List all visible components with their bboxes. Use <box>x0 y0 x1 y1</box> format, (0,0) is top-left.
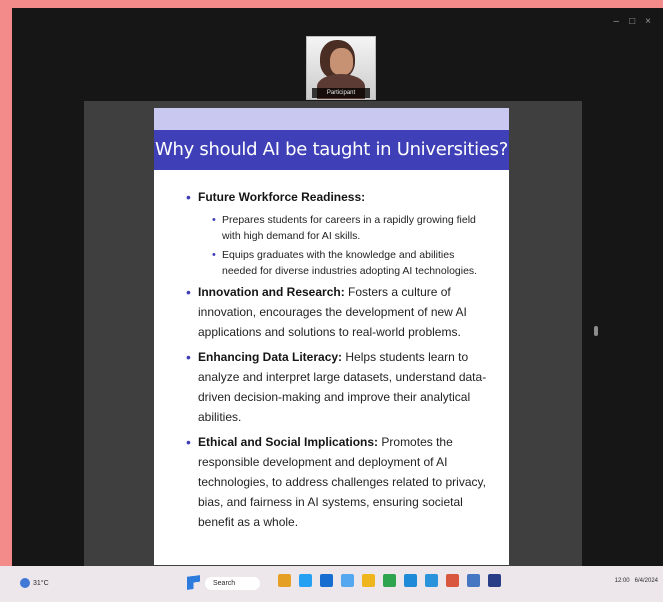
minimize-icon[interactable]: – <box>614 16 620 27</box>
weather-label: 31°C <box>33 579 49 587</box>
bullet-heading: Ethical and Social Implications: <box>198 435 379 449</box>
files-icon[interactable] <box>362 574 375 587</box>
calendar-icon[interactable] <box>467 574 480 587</box>
bullet-text: Promotes the responsible development and… <box>198 435 486 529</box>
scroll-indicator[interactable] <box>594 326 598 336</box>
teams-icon[interactable] <box>404 574 417 587</box>
bullet-ethical-social: Ethical and Social Implications: Promote… <box>186 432 487 532</box>
windows-start-icon[interactable] <box>187 575 200 590</box>
system-tray: 12:00 6/4/2024 <box>615 578 658 584</box>
bullet-heading: Future Workforce Readiness: <box>198 190 366 204</box>
shared-screen: Why should AI be taught in Universities?… <box>84 101 598 567</box>
edge-icon[interactable] <box>299 574 312 587</box>
chrome-icon[interactable] <box>383 574 396 587</box>
file-explorer-icon[interactable] <box>278 574 291 587</box>
weather-widget[interactable]: 31°C <box>20 578 49 588</box>
weather-icon <box>20 578 30 588</box>
settings-icon[interactable] <box>488 574 501 587</box>
bullet-innovation-research: Innovation and Research: Fosters a cultu… <box>186 282 487 342</box>
windows-taskbar: 31°C Search 12:00 6/4/2024 <box>0 566 663 602</box>
window-controls: – □ × <box>614 16 651 27</box>
participant-video[interactable]: Participant <box>306 36 376 100</box>
bullet-data-literacy: Enhancing Data Literacy: Helps students … <box>186 347 487 427</box>
slide-title: Why should AI be taught in Universities? <box>154 130 509 170</box>
bullet-heading: Enhancing Data Literacy: <box>198 350 343 364</box>
bullet-heading: Innovation and Research: <box>198 285 345 299</box>
presentation-slide: Why should AI be taught in Universities?… <box>154 108 509 565</box>
taskbar-search[interactable]: Search <box>205 577 260 590</box>
bullet-future-workforce: Future Workforce Readiness: <box>186 187 487 207</box>
date-label: 6/4/2024 <box>634 578 658 584</box>
participant-avatar <box>330 48 353 75</box>
slide-content: Future Workforce Readiness: Prepares stu… <box>154 170 509 532</box>
paint-icon[interactable] <box>446 574 459 587</box>
participant-name-tag: Participant <box>312 88 370 98</box>
subbullet-industries: Equips graduates with the knowledge and … <box>212 247 487 279</box>
time-label: 12:00 <box>614 578 630 584</box>
close-icon[interactable]: × <box>645 16 651 27</box>
meeting-window: – □ × Participant Why should AI be taugh… <box>12 8 663 567</box>
maximize-icon[interactable]: □ <box>629 16 635 27</box>
store-icon[interactable] <box>341 574 354 587</box>
taskbar-apps <box>278 574 501 587</box>
subbullet-careers: Prepares students for careers in a rapid… <box>212 212 487 244</box>
slide-top-bar <box>154 108 509 130</box>
browser-icon[interactable] <box>425 574 438 587</box>
word-icon[interactable] <box>320 574 333 587</box>
